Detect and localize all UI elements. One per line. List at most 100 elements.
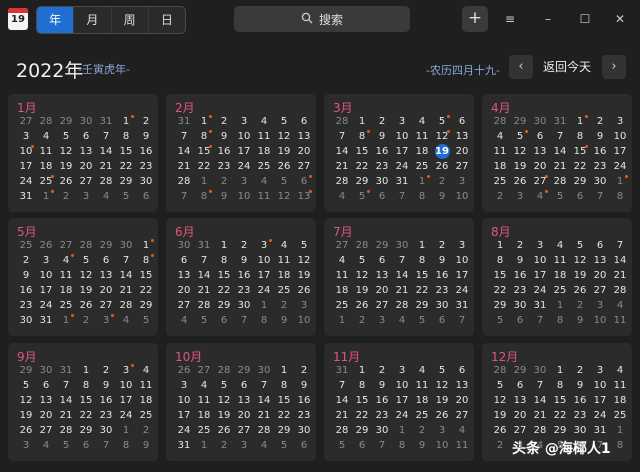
day-cell[interactable]: 18 <box>36 159 56 174</box>
day-cell[interactable]: 8 <box>274 378 294 393</box>
day-cell[interactable]: 4 <box>530 189 550 204</box>
day-cell[interactable]: 5 <box>274 174 294 189</box>
day-cell[interactable]: 5 <box>194 313 214 328</box>
day-cell[interactable]: 11 <box>610 378 630 393</box>
day-cell[interactable]: 27 <box>36 423 56 438</box>
day-cell[interactable]: 6 <box>294 114 314 129</box>
day-cell[interactable]: 13 <box>452 129 472 144</box>
day-cell[interactable]: 4 <box>550 238 570 253</box>
day-cell[interactable]: 13 <box>294 129 314 144</box>
day-cell[interactable]: 23 <box>372 159 392 174</box>
day-cell[interactable]: 28 <box>254 423 274 438</box>
day-cell[interactable]: 28 <box>214 363 234 378</box>
day-cell[interactable]: 20 <box>372 283 392 298</box>
day-cell[interactable]: 9 <box>372 129 392 144</box>
day-cell[interactable]: 11 <box>56 268 76 283</box>
day-cell[interactable]: 20 <box>452 144 472 159</box>
day-cell[interactable]: 17 <box>452 268 472 283</box>
day-cell[interactable]: 4 <box>96 189 116 204</box>
day-cell[interactable]: 7 <box>116 253 136 268</box>
day-cell[interactable]: 8 <box>194 129 214 144</box>
day-cell[interactable]: 21 <box>116 283 136 298</box>
day-cell[interactable]: 1 <box>412 174 432 189</box>
day-cell[interactable]: 29 <box>490 298 510 313</box>
day-cell[interactable]: 7 <box>96 438 116 453</box>
day-cell[interactable]: 8 <box>412 189 432 204</box>
day-cell[interactable]: 30 <box>254 363 274 378</box>
day-cell[interactable]: 10 <box>590 378 610 393</box>
day-cell[interactable]: 5 <box>352 253 372 268</box>
day-cell[interactable]: 1 <box>194 114 214 129</box>
day-cell[interactable]: 12 <box>274 189 294 204</box>
day-cell[interactable]: 12 <box>490 393 510 408</box>
day-cell[interactable]: 5 <box>56 129 76 144</box>
month-panel[interactable]: 10月 26 27 28 29 30 1 2 3 4 5 6 7 8 9 10 11 12 13 14 15 16 17 18… <box>166 343 316 461</box>
day-cell[interactable]: 4 <box>392 313 412 328</box>
day-cell[interactable]: 18 <box>194 408 214 423</box>
day-cell[interactable]: 17 <box>36 283 56 298</box>
day-cell[interactable]: 20 <box>96 283 116 298</box>
day-cell[interactable]: 6 <box>352 438 372 453</box>
day-cell[interactable]: 3 <box>234 438 254 453</box>
day-cell[interactable]: 30 <box>510 298 530 313</box>
day-cell[interactable]: 31 <box>36 313 56 328</box>
day-cell[interactable]: 28 <box>392 298 412 313</box>
day-cell[interactable]: 30 <box>530 363 550 378</box>
day-cell[interactable]: 29 <box>274 423 294 438</box>
day-cell[interactable]: 28 <box>332 423 352 438</box>
tab-day[interactable]: 日 <box>149 7 185 33</box>
day-cell[interactable]: 2 <box>214 438 234 453</box>
day-cell[interactable]: 28 <box>550 174 570 189</box>
day-cell[interactable]: 3 <box>590 298 610 313</box>
month-panel[interactable]: 3月 28 1 2 3 4 5 6 7 8 9 10 11 12 13 14 15 16 17 18 19 20 21 22 2… <box>324 94 474 212</box>
day-cell[interactable]: 25 <box>412 159 432 174</box>
day-cell[interactable]: 15 <box>570 144 590 159</box>
day-cell[interactable]: 9 <box>234 253 254 268</box>
day-cell[interactable]: 4 <box>136 363 156 378</box>
day-cell[interactable]: 5 <box>16 378 36 393</box>
day-cell[interactable]: 1 <box>136 238 156 253</box>
day-cell[interactable]: 28 <box>332 114 352 129</box>
day-cell[interactable]: 31 <box>452 298 472 313</box>
day-cell[interactable]: 10 <box>234 129 254 144</box>
day-cell[interactable]: 17 <box>530 268 550 283</box>
day-cell[interactable]: 13 <box>372 268 392 283</box>
day-cell[interactable]: 21 <box>254 408 274 423</box>
day-cell[interactable]: 8 <box>610 438 630 453</box>
day-cell[interactable]: 3 <box>392 114 412 129</box>
day-cell[interactable]: 28 <box>490 114 510 129</box>
day-cell[interactable]: 1 <box>194 438 214 453</box>
day-cell[interactable]: 19 <box>294 268 314 283</box>
day-cell[interactable]: 10 <box>392 378 412 393</box>
day-cell[interactable]: 27 <box>16 114 36 129</box>
day-cell[interactable]: 27 <box>332 238 352 253</box>
day-cell[interactable]: 2 <box>490 189 510 204</box>
day-cell[interactable]: 7 <box>332 129 352 144</box>
day-cell[interactable]: 26 <box>76 298 96 313</box>
day-cell[interactable]: 5 <box>550 189 570 204</box>
day-cell[interactable]: 13 <box>590 253 610 268</box>
day-cell[interactable]: 23 <box>214 159 234 174</box>
day-cell[interactable]: 20 <box>452 393 472 408</box>
day-cell[interactable]: 2 <box>490 438 510 453</box>
maximize-button[interactable]: ☐ <box>573 8 597 30</box>
day-cell[interactable]: 6 <box>510 313 530 328</box>
day-cell[interactable]: 19 <box>214 408 234 423</box>
day-cell[interactable]: 27 <box>294 159 314 174</box>
day-cell[interactable]: 2 <box>432 174 452 189</box>
day-cell[interactable]: 5 <box>76 253 96 268</box>
day-cell[interactable]: 16 <box>372 393 392 408</box>
day-cell[interactable]: 27 <box>452 159 472 174</box>
day-cell[interactable]: 4 <box>412 114 432 129</box>
day-cell[interactable]: 18 <box>610 393 630 408</box>
day-cell[interactable]: 27 <box>96 298 116 313</box>
day-cell[interactable]: 7 <box>530 313 550 328</box>
day-cell[interactable]: 30 <box>530 114 550 129</box>
day-cell[interactable]: 24 <box>234 159 254 174</box>
day-cell[interactable]: 5 <box>432 363 452 378</box>
day-cell[interactable]: 22 <box>352 408 372 423</box>
day-cell[interactable]: 24 <box>610 159 630 174</box>
day-cell[interactable]: 24 <box>530 283 550 298</box>
day-cell[interactable]: 26 <box>352 298 372 313</box>
day-cell[interactable]: 19 <box>274 144 294 159</box>
